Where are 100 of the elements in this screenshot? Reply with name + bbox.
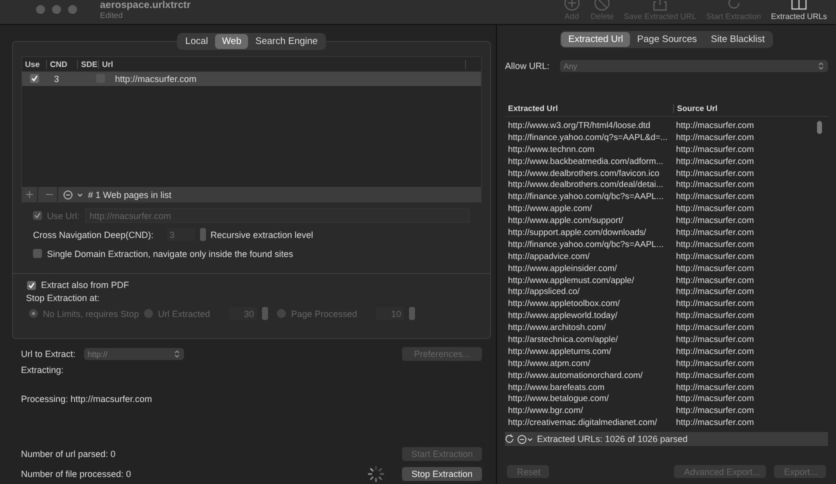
table-cell: http://macsurfer.com bbox=[676, 334, 754, 344]
url-field[interactable]: http://macsurfer.com bbox=[84, 208, 470, 223]
table-cell: http://macsurfer.com bbox=[676, 298, 754, 308]
scrollbar[interactable] bbox=[817, 121, 822, 134]
table-cell: http://macsurfer.com bbox=[676, 286, 754, 296]
stop-extraction-button[interactable]: Stop Extraction bbox=[402, 467, 482, 481]
list-count: # 1 Web pages in list bbox=[88, 190, 172, 200]
table-cell-text: http://www.apple.com/ bbox=[507, 203, 594, 214]
table-cell-text: http://www.architosh.com/ bbox=[507, 322, 607, 332]
cnd-note: Recursive extraction level bbox=[210, 230, 314, 240]
stepper[interactable] bbox=[200, 228, 206, 241]
table-cell-text: http://finance.yahoo.com/q?s=AAPL&d=... bbox=[507, 132, 669, 142]
refresh-and-menu-icon[interactable] bbox=[505, 434, 533, 445]
stepper-arrows-icon bbox=[818, 62, 824, 70]
table-cell-text: http://www.dealbrothers.com/deal/detai... bbox=[507, 179, 664, 190]
column-header: Extracted Url bbox=[505, 104, 674, 112]
column-header: Url bbox=[99, 60, 466, 68]
allow-url-popup[interactable]: Any bbox=[560, 60, 828, 72]
table-cell: http://macsurfer.com bbox=[676, 203, 754, 214]
table-cell-text: http://www.applemust.com/apple/ bbox=[507, 274, 636, 285]
table-cell-text: http://www.appleturns.com/ bbox=[507, 346, 612, 356]
checkbox[interactable] bbox=[33, 211, 42, 220]
tab[interactable]: Site Blacklist bbox=[704, 32, 772, 47]
table-cell-text: http://www.atpm.com/ bbox=[507, 358, 592, 368]
toolbar-button[interactable]: Extracted URLs bbox=[768, 0, 830, 21]
file-processed-count: Number of file processed: 0 bbox=[21, 469, 132, 479]
checkbox[interactable] bbox=[96, 74, 105, 82]
plus-icon bbox=[26, 191, 33, 198]
table-cell-text: http://www.betalogue.com/ bbox=[507, 393, 610, 404]
table-cell: http://macsurfer.com bbox=[676, 262, 754, 273]
allow-url-label: Allow URL: bbox=[505, 61, 550, 71]
table-cell: http://macsurfer.com bbox=[676, 358, 754, 368]
column-header: CND bbox=[47, 60, 78, 68]
table-cell-text: http://macsurfer.com bbox=[114, 74, 198, 84]
action-menu-icon[interactable] bbox=[62, 190, 84, 200]
table-cell-text: http://www.technn.com bbox=[507, 144, 596, 154]
single-domain-label: Single Domain Extraction, navigate only inside the found sites bbox=[47, 248, 294, 258]
use-url-label: Use Url: bbox=[47, 210, 80, 220]
table-cell: http://macsurfer.com bbox=[676, 120, 754, 130]
table-cell-text: http://www.appletoolbox.com/ bbox=[507, 298, 621, 308]
table-cell-text: http://www.w3.org/TR/html4/loose.dtd bbox=[507, 120, 652, 130]
table-cell-text: http://www.bgr.com/ bbox=[507, 405, 584, 416]
window-subtitle: Edited bbox=[100, 11, 124, 20]
stepper[interactable] bbox=[262, 307, 268, 320]
table-cell-text: 3 bbox=[53, 74, 60, 84]
table-cell: http://macsurfer.com bbox=[676, 191, 754, 202]
table-cell: http://macsurfer.com bbox=[676, 310, 754, 320]
table-cell-text: http://www.automationorchard.com/ bbox=[507, 370, 644, 380]
minus-icon bbox=[46, 191, 53, 198]
table-cell-text: http://www.dealbrothers.com/favicon.ico bbox=[507, 168, 660, 178]
column-header: Source Url bbox=[676, 104, 718, 112]
url-to-extract-label: Url to Extract: bbox=[21, 349, 76, 359]
stepper[interactable] bbox=[409, 307, 416, 320]
table-cell-text: http://appadvice.com/ bbox=[507, 250, 591, 261]
cnd-label: Cross Navigation Deep(CND): bbox=[33, 230, 154, 240]
table-cell-text: http://finance.yahoo.com/q/bc?s=AAPL... bbox=[507, 238, 664, 249]
column-header: Use bbox=[22, 60, 47, 68]
table-cell-text: http://www.appleworld.today/ bbox=[507, 310, 618, 320]
table-cell-text: http://support.apple.com/downloads/ bbox=[507, 226, 648, 237]
tab[interactable]: Page Sources bbox=[630, 32, 704, 47]
table-cell: http://macsurfer.com bbox=[676, 250, 754, 261]
table-cell: http://macsurfer.com bbox=[676, 393, 754, 404]
window-title: aerospace.urlxtrctr bbox=[100, 0, 191, 11]
table-cell: http://macsurfer.com bbox=[676, 179, 754, 190]
radio-label: Page Processed bbox=[291, 308, 358, 318]
radio-button[interactable] bbox=[29, 309, 38, 318]
processing-status: Processing: http://macsurfer.com bbox=[21, 394, 152, 404]
table-row[interactable]: 3 http://macsurfer.com bbox=[22, 72, 481, 86]
table-cell: http://macsurfer.com bbox=[676, 274, 754, 285]
radio-label: No Limits, requires Stop bbox=[43, 308, 140, 318]
table-cell: http://macsurfer.com bbox=[676, 144, 754, 154]
table-cell: http://macsurfer.com bbox=[676, 382, 754, 392]
radio-label: Url Extracted bbox=[158, 308, 210, 318]
extracting-label: Extracting: bbox=[21, 365, 64, 375]
table-cell: http://macsurfer.com bbox=[676, 370, 754, 380]
table-cell-text: http://www.backbeatmedia.com/adform... bbox=[507, 156, 664, 166]
tab[interactable]: Search Engine bbox=[248, 34, 325, 49]
url-combo-box[interactable]: http:// bbox=[84, 348, 184, 360]
table-cell: http://macsurfer.com bbox=[676, 226, 754, 237]
checkbox[interactable] bbox=[30, 74, 39, 83]
number-field[interactable]: 10 bbox=[376, 307, 404, 320]
table-cell-text: http://arstechnica.com/apple/ bbox=[507, 334, 619, 344]
radio-button[interactable] bbox=[277, 309, 286, 318]
tab[interactable]: Local bbox=[178, 34, 215, 49]
radio-button[interactable] bbox=[144, 309, 154, 318]
table-cell-text: http://appsliced.co/ bbox=[507, 286, 581, 296]
checkbox[interactable] bbox=[33, 249, 42, 258]
tab[interactable]: Web bbox=[215, 34, 248, 49]
table-cell-text: http://www.appleinsider.com/ bbox=[507, 262, 618, 273]
table-cell: http://macsurfer.com bbox=[676, 417, 754, 428]
number-field[interactable]: 30 bbox=[229, 307, 258, 320]
stepper-arrows-icon bbox=[174, 350, 180, 358]
stop-extraction-label: Stop Extraction at: bbox=[26, 293, 100, 303]
checkbox[interactable] bbox=[27, 280, 36, 290]
tab[interactable]: Extracted Url bbox=[561, 32, 630, 47]
table-cell-text: http://finance.yahoo.com/q/bc?s=AAPL... bbox=[507, 191, 664, 202]
cnd-field[interactable]: 3 bbox=[166, 228, 195, 241]
column-header: SDE bbox=[78, 60, 99, 68]
table-cell: http://macsurfer.com bbox=[676, 405, 754, 416]
table-cell: http://macsurfer.com bbox=[676, 215, 754, 226]
